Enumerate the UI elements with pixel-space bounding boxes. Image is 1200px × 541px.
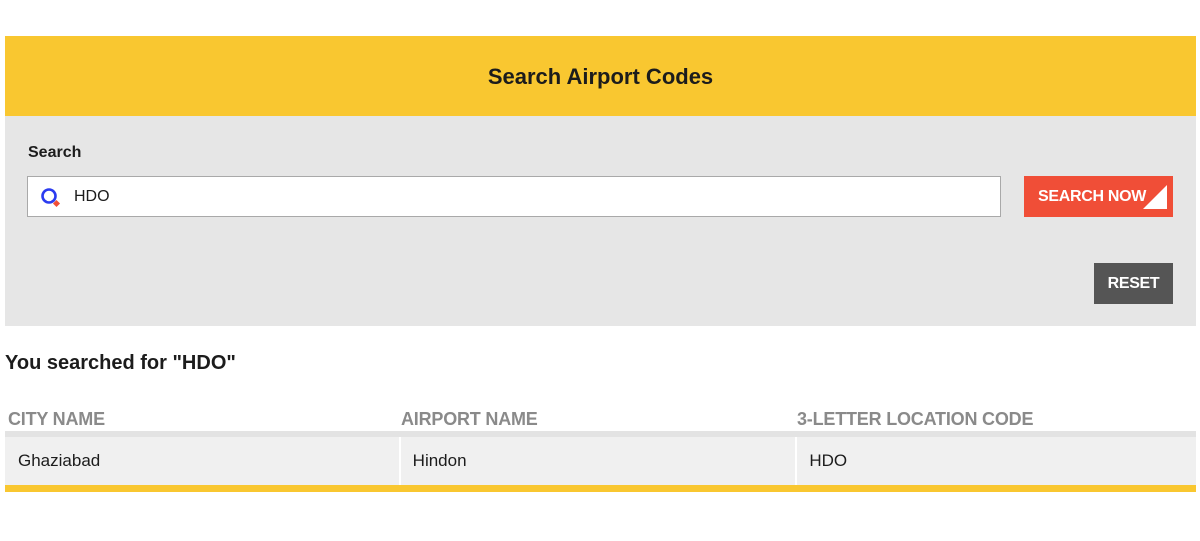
cell-code: HDO: [809, 451, 848, 470]
corner-arrow-icon: [1143, 185, 1167, 209]
result-heading: You searched for "HDO": [5, 352, 236, 374]
table-header: CITY NAME AIRPORT NAME 3-LETTER LOCATION…: [5, 404, 1196, 437]
panel-header: Search Airport Codes: [5, 36, 1196, 129]
search-now-label: SEARCH NOW: [1038, 187, 1147, 205]
search-icon: [41, 188, 61, 208]
search-input[interactable]: [28, 177, 1000, 216]
column-header-airport: AIRPORT NAME: [401, 409, 538, 429]
search-area: Search SEARCH NOW RESET: [5, 116, 1196, 326]
search-now-button[interactable]: SEARCH NOW: [1024, 176, 1173, 217]
results-table: CITY NAME AIRPORT NAME 3-LETTER LOCATION…: [5, 404, 1196, 492]
search-label: Search: [28, 144, 82, 161]
column-header-city: CITY NAME: [8, 409, 105, 429]
cell-airport: Hindon: [401, 437, 798, 485]
column-header-code: 3-LETTER LOCATION CODE: [797, 409, 1034, 429]
reset-button[interactable]: RESET: [1094, 263, 1173, 304]
airport-search-panel: Search Airport Codes Search SEARCH NOW R…: [5, 36, 1196, 326]
cell-city: Ghaziabad: [5, 437, 401, 485]
page-title: Search Airport Codes: [487, 63, 714, 89]
table-row: Ghaziabad Hindon HDO: [5, 437, 1196, 492]
search-box[interactable]: [27, 176, 1001, 217]
